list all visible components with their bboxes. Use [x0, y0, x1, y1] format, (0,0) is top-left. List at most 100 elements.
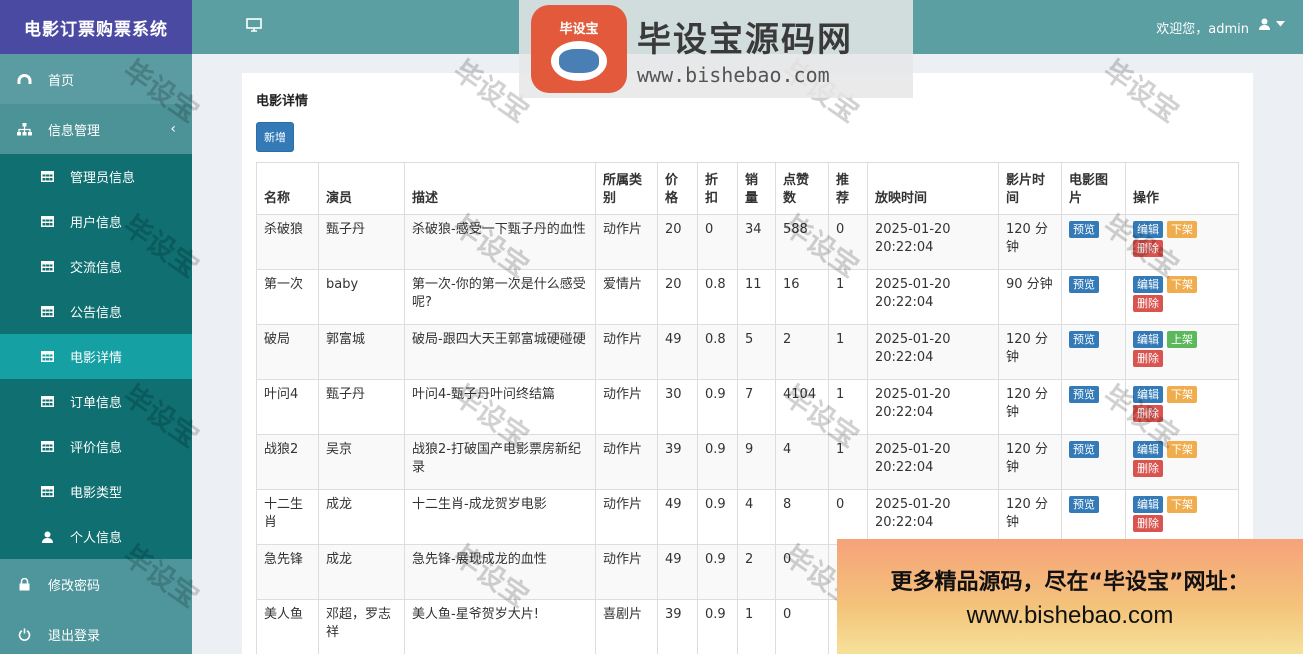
menu-info-mgmt-label: 信息管理: [48, 123, 101, 139]
cell-desc: 破局-跟四大天王郭富城硬碰硬: [404, 324, 596, 380]
delete-button[interactable]: 删除: [1133, 460, 1163, 477]
edit-button[interactable]: 编辑: [1133, 221, 1163, 238]
delete-button[interactable]: 删除: [1133, 350, 1163, 367]
monitor-icon[interactable]: [246, 18, 262, 36]
sidebar-item-label: 电影详情: [70, 351, 123, 366]
menu-info-mgmt[interactable]: 信息管理 ‹: [0, 104, 192, 154]
list-off-button[interactable]: 下架: [1167, 276, 1197, 293]
list-off-button[interactable]: 下架: [1167, 221, 1197, 238]
cell-name: 十二生肖: [256, 489, 319, 545]
cell-actions: 编辑 下架 删除: [1125, 379, 1239, 435]
cell-price: 49: [657, 489, 698, 545]
menu-logout-label: 退出登录: [48, 628, 101, 644]
cell-likes: 2: [775, 324, 829, 380]
cell-actions: 编辑 下架 删除: [1125, 214, 1239, 270]
menu-home[interactable]: 首页: [0, 54, 192, 104]
cell-actor: 成龙: [318, 544, 405, 600]
delete-button[interactable]: 删除: [1133, 295, 1163, 312]
sidebar-item-label: 管理员信息: [70, 171, 136, 186]
list-off-button[interactable]: 下架: [1167, 496, 1197, 513]
sitemap-icon: [16, 121, 32, 137]
cell-discount: 0.9: [697, 434, 738, 490]
cell-showtime: 2025-01-20 20:22:04: [867, 434, 999, 490]
cell-desc: 第一次-你的第一次是什么感受呢?: [404, 269, 596, 325]
logo-badge-text: 毕设宝: [559, 21, 599, 37]
list-on-button[interactable]: 上架: [1167, 331, 1197, 348]
cell-likes: 0: [775, 599, 829, 654]
sidebar-item-exchange[interactable]: 交流信息: [0, 244, 192, 289]
list-off-button[interactable]: 下架: [1167, 386, 1197, 403]
preview-button[interactable]: 预览: [1069, 276, 1099, 293]
table-icon: [40, 260, 54, 274]
info-submenu: 管理员信息 用户信息 交流信息 公告信息 电影详情 订单信息 评价信息 电影类型…: [0, 154, 192, 559]
power-icon: [16, 626, 32, 642]
actions-group: 编辑 下架 删除: [1133, 496, 1209, 532]
col-header-sales: 销量: [737, 162, 776, 215]
preview-button[interactable]: 预览: [1069, 496, 1099, 513]
col-header-image: 电影图片: [1061, 162, 1126, 215]
sidebar-item-label: 交流信息: [70, 261, 123, 276]
cell-discount: 0.9: [697, 544, 738, 600]
cell-category: 喜剧片: [595, 599, 658, 654]
cell-price: 20: [657, 214, 698, 270]
sidebar-item-label: 订单信息: [70, 396, 123, 411]
delete-button[interactable]: 删除: [1133, 515, 1163, 532]
sidebar-item-admin[interactable]: 管理员信息: [0, 154, 192, 199]
delete-button[interactable]: 删除: [1133, 405, 1163, 422]
menu-logout[interactable]: 退出登录: [0, 609, 192, 654]
delete-button[interactable]: 删除: [1133, 240, 1163, 257]
actions-group: 编辑 上架 删除: [1133, 331, 1209, 367]
menu-change-password[interactable]: 修改密码: [0, 559, 192, 609]
cell-image: 预览: [1061, 269, 1126, 325]
cell-duration: 120 分钟: [998, 324, 1062, 380]
sidebar-item-users[interactable]: 用户信息: [0, 199, 192, 244]
col-header-discount: 折扣: [697, 162, 738, 215]
sidebar-item-announcements[interactable]: 公告信息: [0, 289, 192, 334]
cell-likes: 4: [775, 434, 829, 490]
table-row: 第一次 baby 第一次-你的第一次是什么感受呢? 爱情片 20 0.8 11 16 1 2025…: [256, 269, 1239, 325]
table-row: 战狼2 吴京 战狼2-打破国产电影票房新纪录 动作片 39 0.9 9 4 1 2025-01-2…: [256, 434, 1239, 490]
col-header-showtime: 放映时间: [867, 162, 999, 215]
cell-desc: 急先锋-展现成龙的血性: [404, 544, 596, 600]
edit-button[interactable]: 编辑: [1133, 496, 1163, 513]
cell-actor: 成龙: [318, 489, 405, 545]
logo-seal: 毕设宝: [531, 5, 627, 93]
cell-name: 叶问4: [256, 379, 319, 435]
cell-actor: baby: [318, 269, 405, 325]
cell-sales: 1: [737, 599, 776, 654]
cell-recommend: 1: [828, 379, 868, 435]
cell-sales: 2: [737, 544, 776, 600]
edit-button[interactable]: 编辑: [1133, 331, 1163, 348]
cell-showtime: 2025-01-20 20:22:04: [867, 379, 999, 435]
cell-recommend: 0: [828, 214, 868, 270]
edit-button[interactable]: 编辑: [1133, 386, 1163, 403]
cell-likes: 4104: [775, 379, 829, 435]
add-button[interactable]: 新增: [256, 122, 294, 152]
logo-text: 毕设宝源码网 www.bishebao.com: [637, 12, 853, 87]
chevron-left-icon: ‹: [170, 121, 176, 137]
logo-url-text: www.bishebao.com: [637, 62, 830, 87]
cell-actions: 编辑 上架 删除: [1125, 324, 1239, 380]
sidebar-item-movies[interactable]: 电影详情: [0, 334, 192, 379]
dashboard-icon: [16, 71, 32, 87]
edit-button[interactable]: 编辑: [1133, 276, 1163, 293]
sidebar-item-movie-types[interactable]: 电影类型: [0, 469, 192, 514]
cell-name: 美人鱼: [256, 599, 319, 654]
preview-button[interactable]: 预览: [1069, 331, 1099, 348]
sidebar-item-orders[interactable]: 订单信息: [0, 379, 192, 424]
sidebar-item-profile[interactable]: 个人信息: [0, 514, 192, 559]
table-icon: [40, 305, 54, 319]
sidebar-item-reviews[interactable]: 评价信息: [0, 424, 192, 469]
list-off-button[interactable]: 下架: [1167, 441, 1197, 458]
edit-button[interactable]: 编辑: [1133, 441, 1163, 458]
preview-button[interactable]: 预览: [1069, 441, 1099, 458]
cell-discount: 0.9: [697, 599, 738, 654]
preview-button[interactable]: 预览: [1069, 221, 1099, 238]
user-menu[interactable]: [1259, 18, 1285, 30]
cell-image: 预览: [1061, 489, 1126, 545]
cell-actions: 编辑 下架 删除: [1125, 489, 1239, 545]
cell-duration: 120 分钟: [998, 379, 1062, 435]
cell-actor: 吴京: [318, 434, 405, 490]
preview-button[interactable]: 预览: [1069, 386, 1099, 403]
menu-change-password-label: 修改密码: [48, 578, 101, 594]
